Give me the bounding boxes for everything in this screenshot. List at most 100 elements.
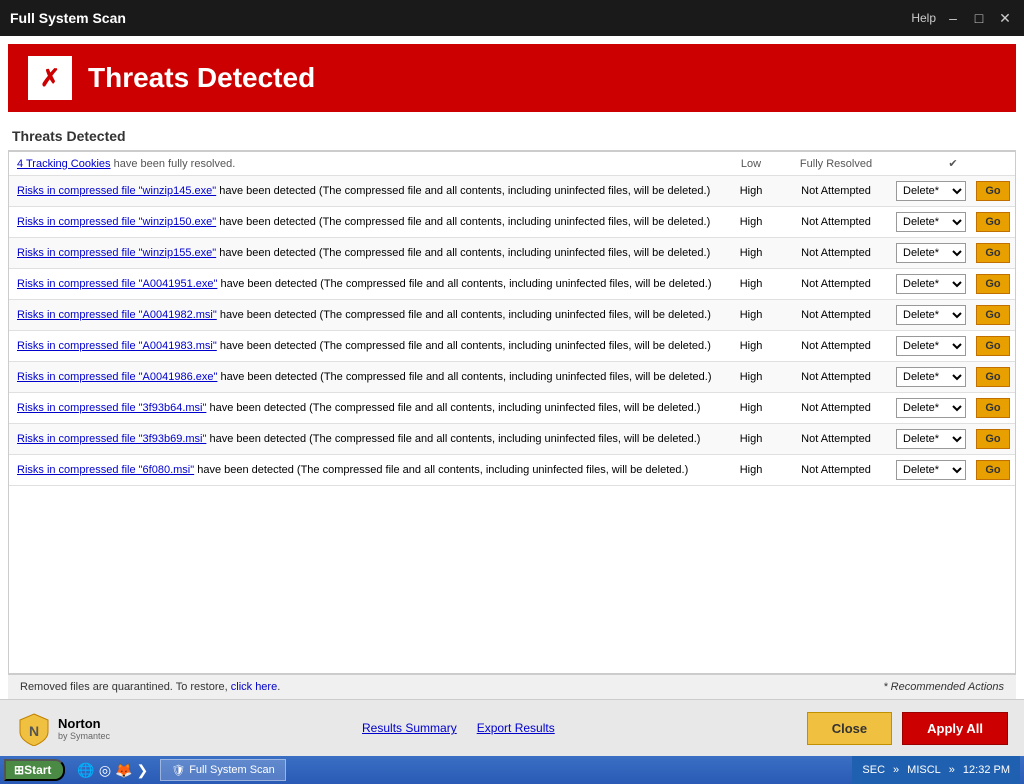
window-controls: Help – □ ✕	[911, 10, 1014, 27]
threat-link[interactable]: Risks in compressed file "A0041982.msi"	[17, 309, 217, 321]
threat-link[interactable]: Risks in compressed file "3f93b64.msi"	[17, 402, 206, 414]
status-cell: Not Attempted	[781, 331, 891, 362]
threat-description: Risks in compressed file "A0041983.msi" …	[9, 331, 721, 362]
threat-description: Risks in compressed file "A0041986.exe" …	[9, 362, 721, 393]
threat-description: Risks in compressed file "A0041982.msi" …	[9, 300, 721, 331]
action-cell: Delete*	[891, 207, 971, 238]
clock: 12:32 PM	[963, 764, 1010, 776]
go-button[interactable]: Go	[976, 336, 1009, 356]
action-cell: Delete*	[891, 331, 971, 362]
go-cell: Go	[971, 238, 1015, 269]
threat-icon: ✗	[28, 56, 72, 100]
norton-shield-icon: N	[16, 710, 52, 746]
go-button[interactable]: Go	[976, 243, 1009, 263]
action-bar: N Norton by Symantec Results Summary Exp…	[0, 699, 1024, 756]
severity-cell: High	[721, 331, 781, 362]
taskbar-app-button[interactable]: 🛡 Full System Scan	[160, 759, 286, 781]
firefox-icon[interactable]: 🦊	[115, 762, 132, 779]
restore-button[interactable]: □	[970, 10, 988, 26]
go-button[interactable]: Go	[976, 367, 1009, 387]
threat-description: 4 Tracking Cookies have been fully resol…	[9, 152, 721, 176]
go-cell: Go	[971, 424, 1015, 455]
threats-table-wrapper: 4 Tracking Cookies have been fully resol…	[8, 151, 1016, 674]
go-cell: Go	[971, 393, 1015, 424]
action-select[interactable]: Delete*	[896, 305, 966, 325]
severity-cell: High	[721, 269, 781, 300]
go-cell: Go	[971, 269, 1015, 300]
go-button[interactable]: Go	[976, 305, 1009, 325]
threat-description: Risks in compressed file "3f93b64.msi" h…	[9, 393, 721, 424]
action-select[interactable]: Delete*	[896, 243, 966, 263]
severity-cell: High	[721, 207, 781, 238]
threat-description: Risks in compressed file "winzip145.exe"…	[9, 176, 721, 207]
action-select[interactable]: Delete*	[896, 429, 966, 449]
action-cell: Delete*	[891, 300, 971, 331]
action-select[interactable]: Delete*	[896, 336, 966, 356]
go-button[interactable]: Go	[976, 212, 1009, 232]
threat-link[interactable]: Risks in compressed file "winzip155.exe"	[17, 247, 216, 259]
action-select[interactable]: Delete*	[896, 212, 966, 232]
section-title: Threats Detected	[8, 120, 1016, 151]
ie-icon[interactable]: 🌐	[77, 762, 94, 779]
start-button[interactable]: ⊞ Start	[4, 759, 65, 781]
minimize-button[interactable]: –	[944, 10, 962, 26]
separator2: »	[949, 764, 955, 776]
threat-description: Risks in compressed file "6f080.msi" hav…	[9, 455, 721, 486]
go-cell: Go	[971, 300, 1015, 331]
action-select[interactable]: Delete*	[896, 274, 966, 294]
table-row: Risks in compressed file "A0041951.exe" …	[9, 269, 1015, 300]
table-row: Risks in compressed file "6f080.msi" hav…	[9, 455, 1015, 486]
table-row: 4 Tracking Cookies have been fully resol…	[9, 152, 1015, 176]
threat-link[interactable]: Risks in compressed file "3f93b69.msi"	[17, 433, 206, 445]
action-buttons: Close Apply All	[807, 712, 1008, 745]
threat-link[interactable]: 4 Tracking Cookies	[17, 158, 111, 170]
table-row: Risks in compressed file "3f93b64.msi" h…	[9, 393, 1015, 424]
action-cell: Delete*	[891, 362, 971, 393]
separator: »	[893, 764, 899, 776]
table-row: Risks in compressed file "A0041986.exe" …	[9, 362, 1015, 393]
results-summary-link[interactable]: Results Summary	[362, 721, 457, 735]
apply-all-button[interactable]: Apply All	[902, 712, 1008, 745]
threat-link[interactable]: Risks in compressed file "6f080.msi"	[17, 464, 194, 476]
action-cell: Delete*	[891, 393, 971, 424]
go-button[interactable]: Go	[976, 429, 1009, 449]
table-row: Risks in compressed file "winzip145.exe"…	[9, 176, 1015, 207]
action-cell: Delete*	[891, 455, 971, 486]
close-button[interactable]: ✕	[996, 10, 1014, 27]
footer-note: Removed files are quarantined. To restor…	[20, 681, 883, 693]
threat-link[interactable]: Risks in compressed file "A0041983.msi"	[17, 340, 217, 352]
content-area: Threats Detected 4 Tracking Cookies have…	[0, 120, 1024, 699]
export-results-link[interactable]: Export Results	[477, 721, 555, 735]
action-select[interactable]: Delete*	[896, 460, 966, 480]
action-select[interactable]: Delete*	[896, 398, 966, 418]
threat-link[interactable]: Risks in compressed file "A0041986.exe"	[17, 371, 217, 383]
action-select[interactable]: Delete*	[896, 367, 966, 387]
go-button[interactable]: Go	[976, 181, 1009, 201]
table-row: Risks in compressed file "winzip155.exe"…	[9, 238, 1015, 269]
status-cell: Not Attempted	[781, 176, 891, 207]
taskbar: ⊞ Start 🌐 ◎ 🦊 ❯ 🛡 Full System Scan SEC »…	[0, 756, 1024, 784]
severity-cell: High	[721, 300, 781, 331]
banner-title: Threats Detected	[88, 62, 315, 94]
go-button[interactable]: Go	[976, 274, 1009, 294]
window-title: Full System Scan	[10, 10, 126, 26]
action-cell: Delete*	[891, 424, 971, 455]
restore-link[interactable]: click here	[231, 681, 277, 693]
help-link[interactable]: Help	[911, 11, 936, 25]
threat-desc-suffix: have been fully resolved.	[114, 158, 236, 170]
go-button[interactable]: Go	[976, 398, 1009, 418]
status-cell: Not Attempted	[781, 300, 891, 331]
action-select[interactable]: Delete*	[896, 181, 966, 201]
browser-icon[interactable]: ◎	[99, 762, 111, 779]
threat-link[interactable]: Risks in compressed file "A0041951.exe"	[17, 278, 217, 290]
table-row: Risks in compressed file "A0041983.msi" …	[9, 331, 1015, 362]
threat-description: Risks in compressed file "3f93b69.msi" h…	[9, 424, 721, 455]
threat-link[interactable]: Risks in compressed file "winzip150.exe"	[17, 216, 216, 228]
close-button[interactable]: Close	[807, 712, 892, 745]
table-row: Risks in compressed file "winzip150.exe"…	[9, 207, 1015, 238]
severity-cell: High	[721, 176, 781, 207]
threat-link[interactable]: Risks in compressed file "winzip145.exe"	[17, 185, 216, 197]
status-cell: Not Attempted	[781, 424, 891, 455]
title-bar: Full System Scan Help – □ ✕	[0, 0, 1024, 36]
go-button[interactable]: Go	[976, 460, 1009, 480]
